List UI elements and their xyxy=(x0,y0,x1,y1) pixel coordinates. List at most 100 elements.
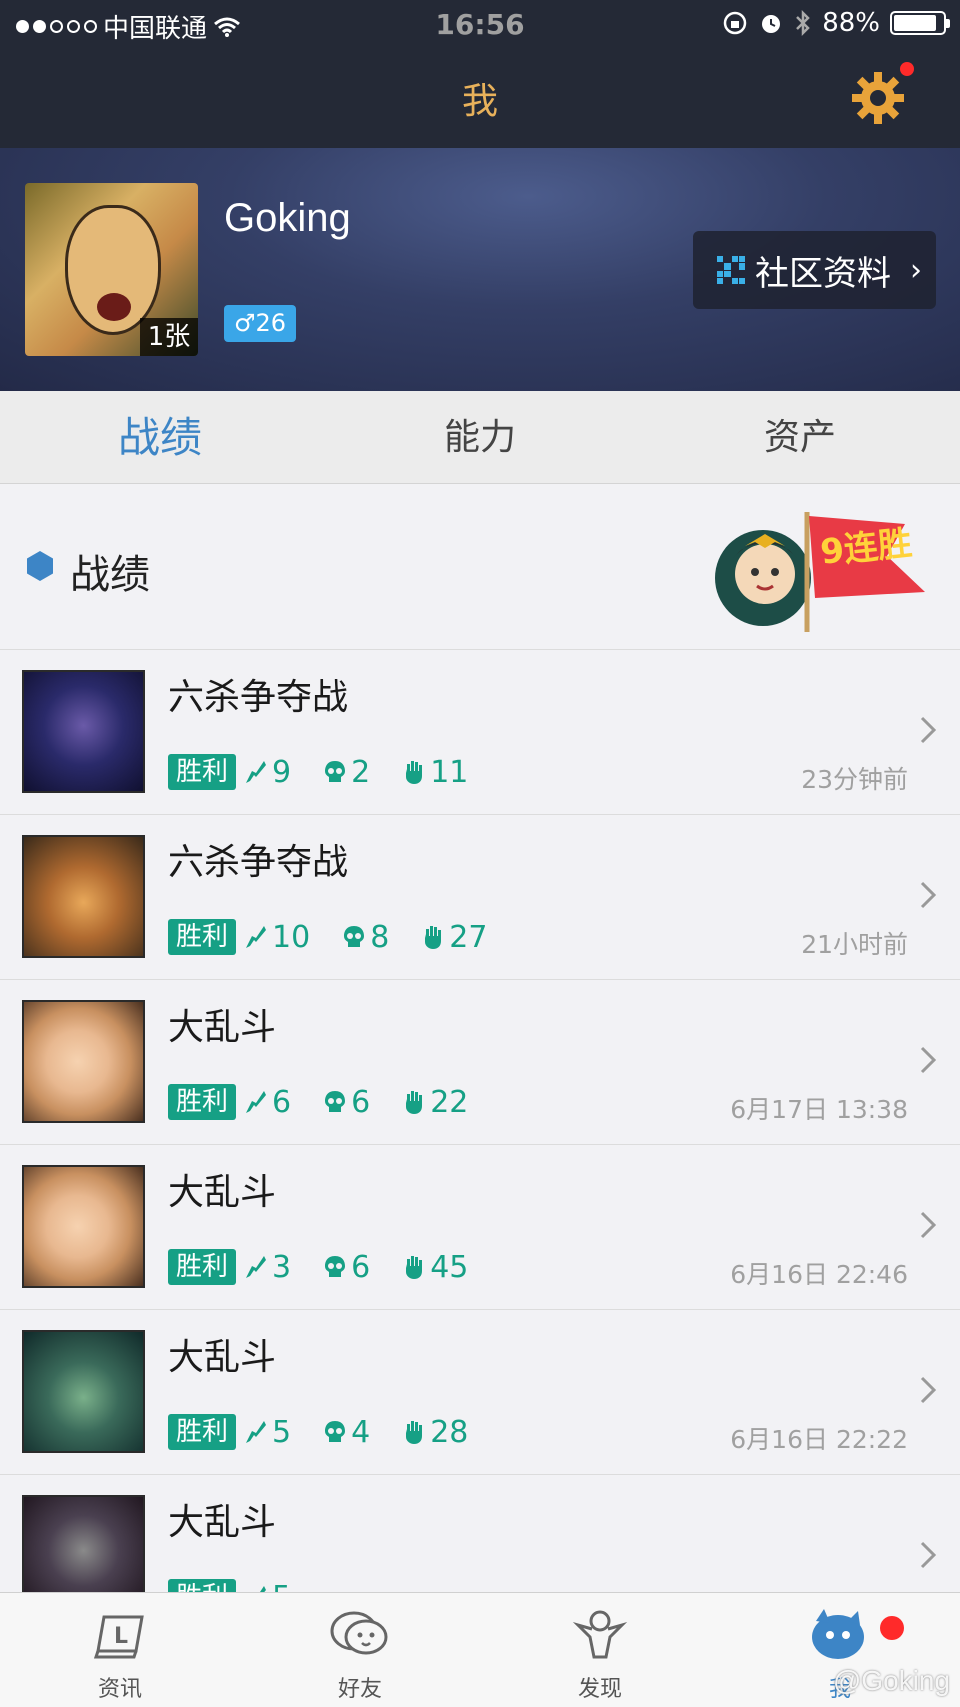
kills-stat: 6 xyxy=(244,1085,291,1120)
match-row[interactable]: 大乱斗 胜利 3 6 45 6月16日 22:46 xyxy=(0,1145,960,1310)
sword-icon xyxy=(246,1256,267,1278)
chevron-right-icon: › xyxy=(910,252,922,288)
match-row[interactable]: 六杀争夺战 胜利 9 2 11 23分钟前 xyxy=(0,650,960,815)
match-mode: 大乱斗 xyxy=(168,1172,277,1213)
hand-icon xyxy=(406,761,423,784)
tab-discover[interactable]: 发现 xyxy=(480,1593,720,1707)
sword-icon xyxy=(246,926,267,948)
hand-icon xyxy=(406,1091,423,1114)
result-badge: 胜利 xyxy=(168,1249,237,1285)
news-icon: L xyxy=(93,1615,144,1659)
match-time: 6月16日 22:46 xyxy=(730,1260,908,1289)
page-title: 我 xyxy=(461,81,498,122)
match-time: 21小时前 xyxy=(801,930,908,959)
tab-discover-label: 发现 xyxy=(577,1677,622,1702)
tab-ability[interactable]: 能力 xyxy=(320,391,640,483)
kills-stat: 3 xyxy=(244,1250,291,1285)
match-row[interactable]: 大乱斗 胜利 5 4 28 6月16日 22:22 xyxy=(0,1310,960,1475)
tab-assets[interactable]: 资产 xyxy=(640,391,960,483)
bluetooth-icon xyxy=(796,9,810,37)
community-profile-button[interactable]: 社区资料 › xyxy=(693,231,936,309)
assists-stat: 11 xyxy=(402,755,468,790)
kills-stat: 5 xyxy=(244,1580,291,1592)
match-row[interactable]: 大乱斗 胜利 5 xyxy=(0,1475,960,1592)
watermark: @Goking xyxy=(832,1665,950,1696)
status-bar: 中国联通 16:56 88% xyxy=(0,0,960,48)
match-stats: 胜利 10 8 27 xyxy=(168,919,519,955)
chevron-right-icon xyxy=(920,716,937,744)
result-badge: 胜利 xyxy=(168,1084,237,1120)
champion-portrait xyxy=(22,1495,145,1592)
discover-icon xyxy=(572,1610,628,1659)
champion-portrait xyxy=(22,1330,145,1453)
battery-icon xyxy=(890,11,950,35)
chevron-right-icon xyxy=(920,881,937,909)
friends-icon xyxy=(330,1611,388,1655)
match-stats: 胜利 5 4 28 xyxy=(168,1414,500,1450)
tab-news[interactable]: L 资讯 xyxy=(0,1593,240,1707)
match-stats: 胜利 5 xyxy=(168,1579,323,1592)
segment-tabs: 战绩 能力 资产 xyxy=(0,391,960,484)
me-icon xyxy=(812,1609,864,1659)
match-mode: 大乱斗 xyxy=(168,1337,277,1378)
qr-code-icon xyxy=(717,256,745,284)
skull-icon xyxy=(344,926,365,947)
champion-portrait xyxy=(22,670,145,793)
result-badge: 胜利 xyxy=(168,1414,237,1450)
sword-icon xyxy=(246,761,267,783)
match-list: 六杀争夺战 胜利 9 2 11 23分钟前 六杀争夺战 胜利 10 8 27 2… xyxy=(0,650,960,1592)
match-stats: 胜利 3 6 45 xyxy=(168,1249,500,1285)
champion-portrait xyxy=(22,835,145,958)
deaths-stat: 6 xyxy=(323,1250,370,1285)
chevron-right-icon xyxy=(920,1046,937,1074)
battery-percent: 88% xyxy=(822,8,880,38)
chevron-right-icon xyxy=(920,1541,937,1569)
skull-icon xyxy=(325,761,346,782)
svg-text:L: L xyxy=(114,1624,128,1649)
tab-friends[interactable]: 好友 xyxy=(240,1593,480,1707)
deaths-stat: 2 xyxy=(323,755,370,790)
kills-stat: 5 xyxy=(244,1415,291,1450)
skull-icon xyxy=(325,1091,346,1112)
assists-stat: 22 xyxy=(402,1085,468,1120)
skull-icon xyxy=(325,1256,346,1277)
sword-icon xyxy=(260,1586,267,1592)
champion-portrait xyxy=(22,1165,145,1288)
sword-icon xyxy=(246,1421,267,1443)
hexagon-icon xyxy=(27,551,53,581)
assists-stat: 28 xyxy=(402,1415,468,1450)
match-mode: 大乱斗 xyxy=(168,1502,277,1543)
bottom-tab-bar: L 资讯 好友 发现 我 xyxy=(0,1592,960,1707)
match-time: 23分钟前 xyxy=(801,765,908,794)
tab-record[interactable]: 战绩 xyxy=(0,391,320,483)
win-streak-label: 9连胜 xyxy=(818,523,914,573)
match-row[interactable]: 大乱斗 胜利 6 6 22 6月17日 13:38 xyxy=(0,980,960,1145)
match-mode: 六杀争夺战 xyxy=(168,842,349,883)
result-badge: 胜利 xyxy=(168,754,237,790)
sword-icon xyxy=(246,1091,267,1113)
hand-icon xyxy=(425,926,442,949)
assists-stat: 45 xyxy=(402,1250,468,1285)
hand-icon xyxy=(406,1421,423,1444)
notification-dot xyxy=(900,62,914,76)
avatar[interactable]: 1张 xyxy=(25,183,198,356)
match-time: 6月16日 22:22 xyxy=(730,1425,908,1454)
username: Goking xyxy=(224,196,351,240)
alarm-icon xyxy=(762,15,781,33)
deaths-stat: 8 xyxy=(342,920,389,955)
match-row[interactable]: 六杀争夺战 胜利 10 8 27 21小时前 xyxy=(0,815,960,980)
match-stats: 胜利 6 6 22 xyxy=(168,1084,500,1120)
result-badge: 胜利 xyxy=(168,1579,237,1592)
gender-age-badge: ♂26 xyxy=(224,305,297,342)
match-stats: 胜利 9 2 11 xyxy=(168,754,500,790)
settings-gear-icon[interactable] xyxy=(850,70,906,126)
chevron-right-icon xyxy=(920,1376,937,1404)
deaths-stat: 6 xyxy=(323,1085,370,1120)
rotation-lock-icon xyxy=(723,11,747,35)
photo-count: 1张 xyxy=(140,318,198,356)
match-mode: 大乱斗 xyxy=(168,1007,277,1048)
skull-icon xyxy=(325,1421,346,1442)
hand-icon xyxy=(406,1256,423,1279)
record-section-header: 战绩 9连胜 xyxy=(0,484,960,650)
section-title: 战绩 xyxy=(70,552,150,598)
